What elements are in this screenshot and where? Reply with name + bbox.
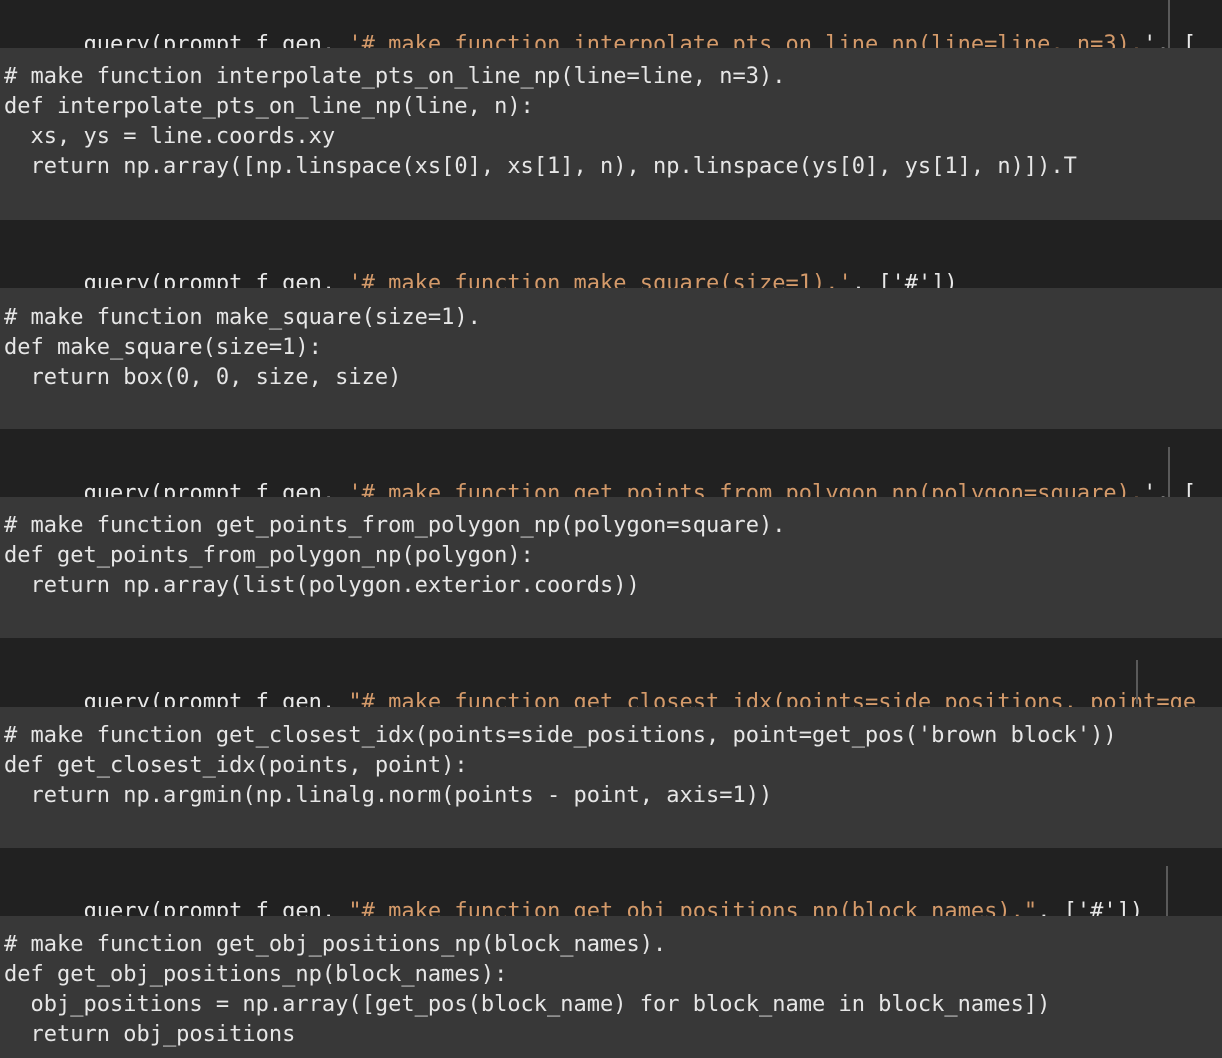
output-line: def get_closest_idx(points, point): — [4, 753, 468, 778]
code-output-cell: # make function get_closest_idx(points=s… — [0, 707, 1222, 848]
code-text: , ['#']) — [851, 271, 958, 288]
output-line: # make function interpolate_pts_on_line_… — [4, 64, 786, 89]
code-output-cell: # make function interpolate_pts_on_line_… — [0, 48, 1222, 220]
notebook-cells: query(prompt_f_gen, '# make function int… — [0, 0, 1222, 1058]
output-line: return np.array(list(polygon.exterior.co… — [4, 573, 640, 598]
output-line: def interpolate_pts_on_line_np(line, n): — [4, 94, 534, 119]
code-output-cell: # make function get_points_from_polygon_… — [0, 497, 1222, 638]
code-text: query(prompt_f_gen, — [83, 271, 349, 288]
output-line: # make function get_obj_positions_np(blo… — [4, 932, 667, 957]
output-line: return box(0, 0, size, size) — [4, 365, 402, 390]
code-output-cell: # make function make_square(size=1). def… — [0, 288, 1222, 429]
output-line: obj_positions = np.array([get_pos(block_… — [4, 992, 1051, 1017]
output-line: return np.array([np.linspace(xs[0], xs[1… — [4, 154, 1077, 179]
string-literal: "# make function get_closest_idx(points=… — [348, 690, 1197, 707]
code-input-cell[interactable]: query(prompt_f_gen, '# make function int… — [0, 0, 1222, 48]
output-line: # make function make_square(size=1). — [4, 305, 481, 330]
output-line: def get_points_from_polygon_np(polygon): — [4, 543, 534, 568]
string-literal: '# make function get_points_from_polygon… — [348, 481, 1144, 497]
output-line: # make function get_points_from_polygon_… — [4, 513, 786, 538]
code-text: query(prompt_f_gen, — [83, 899, 349, 916]
code-output-cell: # make function get_obj_positions_np(blo… — [0, 916, 1222, 1058]
text-cursor — [1168, 447, 1170, 497]
output-line: xs, ys = line.coords.xy — [4, 124, 336, 149]
code-input-cell[interactable]: query(prompt_f_gen, '# make function mak… — [0, 220, 1222, 288]
code-input-cell[interactable]: query(prompt_f_gen, '# make function get… — [0, 429, 1222, 497]
string-literal: '# make function interpolate_pts_on_line… — [348, 32, 1144, 48]
code-input-cell[interactable]: query(prompt_f_gen, "# make function get… — [0, 638, 1222, 707]
code-text: query(prompt_f_gen, — [83, 481, 349, 497]
output-line: def make_square(size=1): — [4, 335, 322, 360]
output-line: return obj_positions — [4, 1022, 296, 1047]
text-cursor — [1168, 0, 1170, 48]
code-text: query(prompt_f_gen, — [83, 32, 349, 48]
code-input-cell[interactable]: query(prompt_f_gen, "# make function get… — [0, 848, 1222, 916]
code-text: , ['#']) — [1037, 899, 1144, 916]
text-cursor — [1136, 660, 1138, 704]
string-literal: '# make function make_square(size=1).' — [348, 271, 852, 288]
output-line: # make function get_closest_idx(points=s… — [4, 723, 1117, 748]
output-line: def get_obj_positions_np(block_names): — [4, 962, 508, 987]
output-line: return np.argmin(np.linalg.norm(points -… — [4, 783, 773, 808]
text-cursor — [1166, 866, 1168, 916]
string-literal: "# make function get_obj_positions_np(bl… — [348, 899, 1038, 916]
code-text: query(prompt_f_gen, — [83, 690, 349, 707]
